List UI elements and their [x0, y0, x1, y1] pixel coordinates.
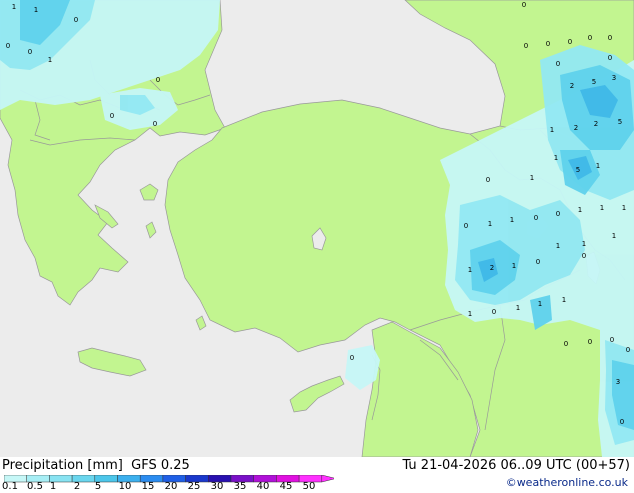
precip-label: 1: [622, 204, 626, 212]
scale-label: 15: [141, 481, 155, 492]
precip-label: 0: [626, 346, 630, 354]
precip-label: 1: [582, 240, 586, 248]
scale-label: 0.5: [27, 481, 43, 492]
precip-label: 0: [522, 1, 526, 9]
scale-label: 40: [256, 481, 270, 492]
precip-label: 5: [592, 78, 596, 86]
precip-label: 1: [512, 262, 516, 270]
precip-label: 1: [538, 300, 542, 308]
precip-label: 0: [564, 340, 568, 348]
precip-label: 1: [530, 174, 534, 182]
precip-label: 0: [536, 258, 540, 266]
precip-label: 0: [156, 76, 160, 84]
scale-label: 20: [164, 481, 178, 492]
precip-label: 0: [74, 16, 78, 24]
precip-label: 0: [588, 34, 592, 42]
precip-label: 0: [6, 42, 10, 50]
precipitation-map: 1 1 0 0 0 1 0 0 0 0 0 0 0 0 0 0 0 2 5 3 …: [0, 0, 634, 457]
precip-label: 0: [588, 338, 592, 346]
scale-label: 0.1: [2, 481, 18, 492]
precip-label: 3: [612, 74, 616, 82]
scale-label: 30: [210, 481, 224, 492]
precip-label: 1: [556, 242, 560, 250]
precip-label: 0: [28, 48, 32, 56]
precip-label: 3: [616, 378, 620, 386]
precip-label: 0: [582, 252, 586, 260]
precip-label: 5: [576, 166, 580, 174]
precip-label: 0: [350, 354, 354, 362]
scale-label: 1: [49, 481, 57, 492]
precip-label: 1: [578, 206, 582, 214]
scale-arrow: [321, 474, 336, 483]
precip-label: 0: [546, 40, 550, 48]
precip-label: 1: [12, 3, 16, 11]
model-name: GFS 0.25: [131, 458, 190, 473]
precip-label: 0: [486, 176, 490, 184]
precip-label: 0: [153, 120, 157, 128]
scale-label: 10: [118, 481, 132, 492]
precip-label: 0: [610, 336, 614, 344]
precip-label: 1: [550, 126, 554, 134]
precip-label: 2: [490, 264, 494, 272]
precip-label: 1: [596, 162, 600, 170]
scale-label: 25: [187, 481, 201, 492]
precip-label: 1: [468, 266, 472, 274]
precip-label: 5: [618, 118, 622, 126]
precip-label: 1: [488, 220, 492, 228]
precip-label: 1: [510, 216, 514, 224]
precip-label: 1: [468, 310, 472, 318]
run-info: Tu 21-04-2026 06..09 UTC (00+57): [402, 458, 630, 473]
precip-label: 1: [600, 204, 604, 212]
precip-label: 0: [110, 112, 114, 120]
legend-footer: Precipitation [mm] GFS 0.25 Tu 21-04-202…: [0, 457, 634, 492]
precip-label: 0: [524, 42, 528, 50]
precip-label: 0: [608, 34, 612, 42]
precip-label: 2: [570, 82, 574, 90]
precip-label: 1: [562, 296, 566, 304]
precip-label: 1: [48, 56, 52, 64]
scale-label: 50: [302, 481, 316, 492]
precip-label: 0: [556, 60, 560, 68]
scale-label: 35: [233, 481, 247, 492]
credit-link[interactable]: ©weatheronline.co.uk: [506, 476, 628, 489]
precip-label: 2: [594, 120, 598, 128]
legend-title-row: Precipitation [mm] GFS 0.25: [2, 458, 190, 473]
precip-label: 0: [556, 210, 560, 218]
precip-label: 0: [568, 38, 572, 46]
legend-title: Precipitation [mm]: [2, 458, 123, 473]
precip-label: 0: [534, 214, 538, 222]
precip-label: 0: [464, 222, 468, 230]
scale-label: 2: [73, 481, 81, 492]
precip-label: 1: [516, 304, 520, 312]
scale-label: 5: [94, 481, 102, 492]
scale-label: 45: [279, 481, 293, 492]
precip-label: 1: [554, 154, 558, 162]
precip-label: 2: [574, 124, 578, 132]
precip-label: 0: [492, 308, 496, 316]
precip-label: 1: [34, 6, 38, 14]
precip-label: 0: [620, 418, 624, 426]
precip-label: 1: [612, 232, 616, 240]
precip-label: 0: [608, 54, 612, 62]
